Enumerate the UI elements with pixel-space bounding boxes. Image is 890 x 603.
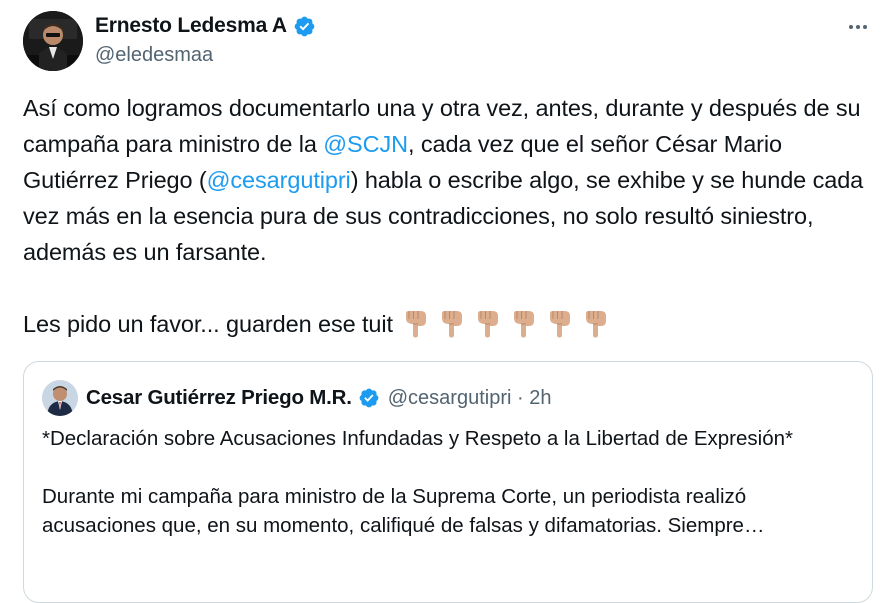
quoted-text-truncated: Siempre…: [667, 514, 765, 537]
mention-link[interactable]: @cesargutipri: [207, 167, 351, 193]
tweet-text-segment: Les pido un favor... guarden ese tuit: [23, 311, 393, 337]
backhand-index-pointing-down-icon: [439, 310, 465, 338]
more-options-icon[interactable]: [846, 15, 870, 39]
backhand-index-pointing-down-icon: [475, 310, 501, 338]
author-name-row: Ernesto Ledesma A: [95, 14, 316, 38]
tweet-header: Ernesto Ledesma A @eledesmaa: [23, 11, 890, 71]
quoted-text-segment: Durante mi campaña para ministro de la S…: [42, 485, 747, 537]
emoji-row: [403, 310, 609, 338]
backhand-index-pointing-down-icon: [583, 310, 609, 338]
quoted-author-handle-time: @cesargutipri · 2h: [387, 386, 552, 409]
quoted-tweet-card[interactable]: Cesar Gutiérrez Priego M.R. @cesargutipr…: [23, 361, 873, 603]
backhand-index-pointing-down-icon: [403, 310, 429, 338]
quoted-paragraph-1: *Declaración sobre Acusaciones Infundada…: [42, 427, 793, 450]
mention-link[interactable]: @SCJN: [323, 131, 408, 157]
quoted-paragraph-2: Durante mi campaña para ministro de la S…: [42, 482, 857, 540]
author-handle[interactable]: @eledesmaa: [95, 44, 213, 67]
tweet-paragraph-1: Así como logramos documentarlo una y otr…: [23, 90, 873, 270]
quoted-tweet-text: *Declaración sobre Acusaciones Infundada…: [42, 424, 857, 540]
author-name[interactable]: Ernesto Ledesma A: [95, 14, 287, 38]
quoted-tweet-header: Cesar Gutiérrez Priego M.R. @cesargutipr…: [42, 380, 551, 416]
quoted-author-avatar: [42, 380, 78, 416]
backhand-index-pointing-down-icon: [547, 310, 573, 338]
verified-badge-icon: [358, 387, 380, 409]
tweet-paragraph-2: Les pido un favor... guarden ese tuit: [23, 306, 873, 342]
quoted-author-name: Cesar Gutiérrez Priego M.R.: [86, 386, 352, 409]
verified-badge-icon[interactable]: [293, 15, 316, 38]
backhand-index-pointing-down-icon: [511, 310, 537, 338]
author-avatar[interactable]: [23, 11, 83, 71]
tweet-text: Así como logramos documentarlo una y otr…: [23, 90, 873, 342]
